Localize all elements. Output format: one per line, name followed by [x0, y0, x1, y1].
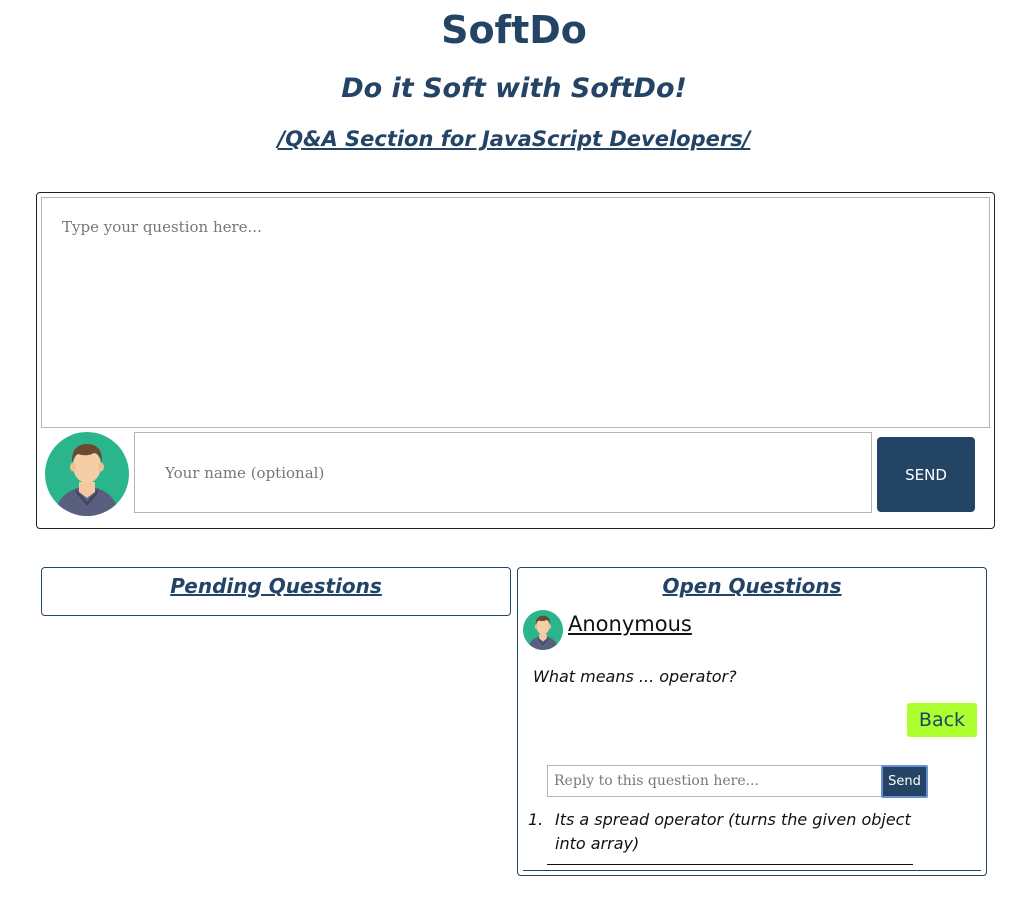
qa-section-link-label[interactable]: /Q&A Section for JavaScript Developers/	[278, 127, 751, 151]
answer-number: 1.	[528, 810, 544, 829]
name-input[interactable]	[134, 432, 872, 513]
ask-question-form: SEND	[36, 192, 995, 529]
answer-item: 1. Its a spread operator (turns the give…	[528, 808, 913, 865]
divider	[523, 870, 981, 871]
pending-questions-panel: Pending Questions	[41, 567, 511, 616]
send-question-button[interactable]: SEND	[877, 437, 975, 512]
back-button[interactable]: Back	[907, 703, 977, 737]
answers-list: 1. Its a spread operator (turns the give…	[528, 808, 913, 865]
open-questions-title: Open Questions	[662, 574, 842, 598]
site-title: SoftDo	[441, 8, 587, 52]
question-text: What means ... operator?	[533, 667, 737, 686]
reply-input[interactable]	[547, 765, 883, 797]
qa-section-link[interactable]: /Q&A Section for JavaScript Developers/	[0, 127, 1028, 151]
question-input[interactable]	[41, 197, 990, 428]
answer-text: Its a spread operator (turns the given o…	[555, 810, 911, 853]
question-author-avatar-icon	[523, 610, 563, 650]
pending-questions-title: Pending Questions	[170, 574, 382, 598]
open-questions-panel: Open Questions Anonymous What means ... …	[517, 567, 987, 876]
question-author[interactable]: Anonymous	[568, 612, 692, 636]
site-subtitle: Do it Soft with SoftDo!	[341, 73, 687, 104]
reply-send-button[interactable]: Send	[881, 765, 928, 798]
user-avatar-icon	[45, 432, 129, 516]
